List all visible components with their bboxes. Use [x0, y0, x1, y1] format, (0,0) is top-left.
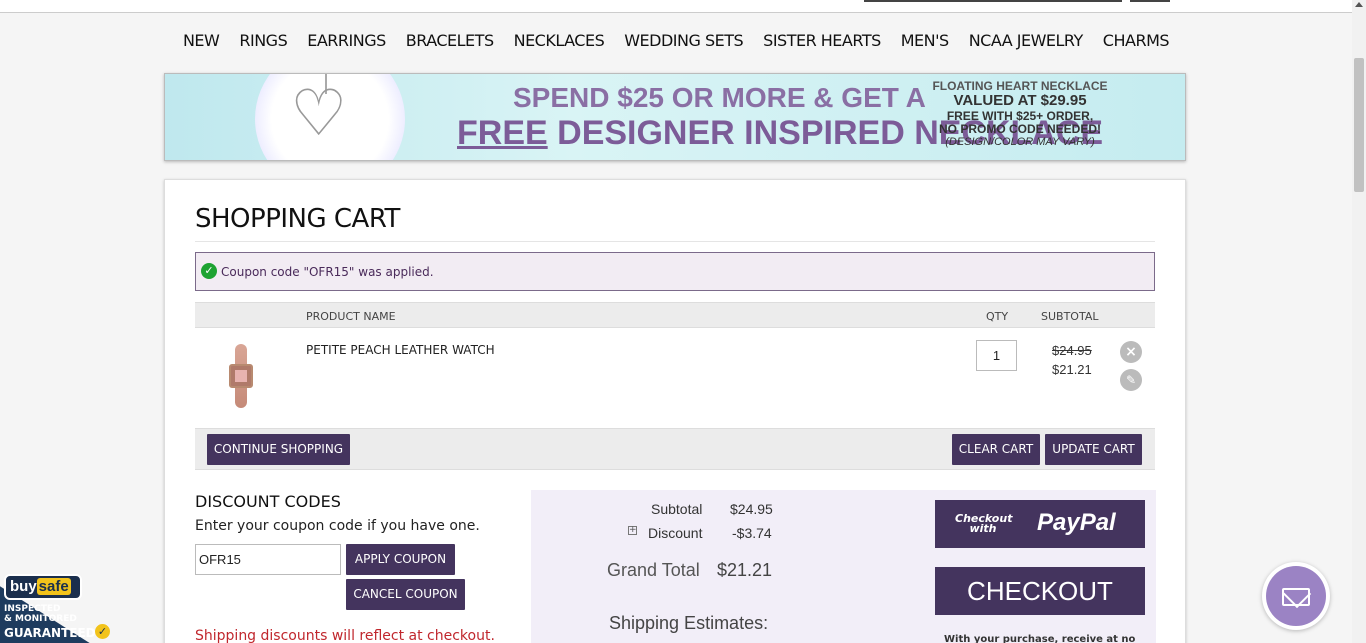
nav-item-earrings[interactable]: EARRINGS [307, 31, 386, 50]
paypal-checkout-with: Checkout with [955, 512, 1013, 535]
cancel-coupon-button[interactable]: CANCEL COUPON [346, 579, 465, 610]
coupon-success-message: ✓ Coupon code "OFR15" was applied. [195, 252, 1155, 291]
header-qty: QTY [986, 310, 1009, 323]
discount-codes-title: DISCOUNT CODES [195, 492, 341, 511]
main-nav: NEW RINGS EARRINGS BRACELETS NECKLACES WEDDIN… [0, 31, 1352, 50]
mail-icon [1282, 588, 1310, 606]
nav-item-new[interactable]: NEW [183, 31, 220, 50]
checkout-button[interactable]: CHECKOUT [935, 567, 1145, 615]
badge-inspected-text: INSPECTED & MONITORED [4, 604, 77, 624]
nav-item-wedding-sets[interactable]: WEDDING SETS [624, 31, 743, 50]
apply-coupon-button[interactable]: APPLY COUPON [346, 544, 455, 575]
mail-circle [1266, 566, 1326, 626]
remove-item-icon[interactable]: × [1120, 341, 1142, 363]
title-divider [195, 241, 1155, 242]
paypal-checkout-button[interactable]: Checkout with PayPal [935, 500, 1145, 548]
banner-detail-2: VALUED AT $29.95 [953, 92, 1087, 110]
banner-detail-3: FREE WITH $25+ ORDER, [946, 108, 1094, 123]
message-text: Coupon code "OFR15" was applied. [221, 265, 434, 279]
clear-cart-button[interactable]: CLEAR CART [952, 434, 1040, 465]
banner-detail-4: NO PROMO CODE NEEDED! [938, 121, 1101, 136]
buysafe-badge[interactable]: buy safe INSPECTED & MONITORED GUARANTEED … [0, 564, 116, 643]
buysafe-logo: buy safe [4, 574, 82, 600]
expand-discount-icon[interactable]: + [628, 526, 637, 535]
search-box[interactable] [864, 0, 1122, 2]
scroll-up-arrow-icon[interactable] [1355, 2, 1363, 7]
page-title: SHOPPING CART [195, 204, 400, 234]
grand-total-value: $21.21 [717, 560, 773, 580]
shipping-discount-note: Shipping discounts will reflect at check… [195, 628, 495, 643]
buysafe-logo-buy: buy [10, 578, 37, 595]
cart-panel: SHOPPING CART ✓ Coupon code "OFR15" was … [164, 179, 1186, 643]
nav-item-bracelets[interactable]: BRACELETS [406, 31, 494, 50]
discounted-price: $21.21 [1052, 362, 1092, 377]
nav-item-necklaces[interactable]: NECKLACES [514, 31, 605, 50]
badge-line2: & MONITORED [4, 614, 77, 624]
order-totals: Subtotal $24.95 + Discount -$3.74 Grand … [531, 490, 1156, 643]
paypal-logo: PayPal [1037, 509, 1116, 536]
quantity-input[interactable]: 1 [976, 340, 1017, 371]
cart-table-header: PRODUCT NAME QTY SUBTOTAL [195, 302, 1155, 328]
discount-value: -$3.74 [732, 525, 772, 541]
nav-item-rings[interactable]: RINGS [239, 31, 287, 50]
check-circle-icon: ✓ [201, 263, 217, 279]
banner-detail-5: (DESIGN/COLOR MAY VARY) [945, 136, 1095, 149]
badge-line1: INSPECTED [4, 604, 61, 614]
nav-item-mens[interactable]: MEN'S [901, 31, 949, 50]
header-product-name: PRODUCT NAME [306, 310, 396, 323]
product-name-link[interactable]: PETITE PEACH LEATHER WATCH [306, 343, 495, 357]
original-price: $24.95 [1052, 343, 1092, 358]
header-subtotal: SUBTOTAL [1041, 310, 1099, 323]
banner-details: FLOATING HEART NECKLACE VALUED AT $29.95… [925, 79, 1115, 149]
heart-necklace-icon: ♡ [290, 77, 348, 151]
cart-actions-bar: CONTINUE SHOPPING CLEAR CART UPDATE CART [195, 428, 1155, 470]
nav-item-sister-hearts[interactable]: SISTER HEARTS [763, 31, 881, 50]
edit-item-icon[interactable]: ✎ [1120, 369, 1142, 391]
purchase-note: With your purchase, receive at no cost: [944, 634, 1136, 643]
continue-shopping-button[interactable]: CONTINUE SHOPPING [207, 434, 350, 465]
nav-item-ncaa-jewelry[interactable]: NCAA JEWELRY [969, 31, 1084, 50]
nav-item-charms[interactable]: CHARMS [1103, 31, 1170, 50]
badge-guaranteed-text: GUARANTEED [4, 626, 96, 640]
page-scrollbar[interactable] [1352, 0, 1366, 643]
search-button[interactable] [1130, 0, 1170, 2]
watch-face [229, 364, 253, 388]
scroll-thumb[interactable] [1354, 58, 1364, 192]
buysafe-logo-safe: safe [36, 578, 71, 595]
shipping-estimates-heading: Shipping Estimates: [609, 613, 769, 633]
promo-banner[interactable]: ♡ SPEND $25 OR MORE & GET A FREE DESIGNE… [164, 73, 1186, 161]
banner-line1: SPEND $25 OR MORE & GET A [513, 82, 926, 113]
update-cart-button[interactable]: UPDATE CART [1045, 434, 1142, 465]
coupon-code-input[interactable]: OFR15 [195, 544, 341, 575]
subtotal-label: Subtotal [651, 501, 703, 517]
subtotal-value: $24.95 [730, 501, 773, 517]
top-header-strip [0, 0, 1352, 13]
table-row: PETITE PEACH LEATHER WATCH 1 $24.95 $21.… [195, 329, 1155, 427]
discount-codes-subtitle: Enter your coupon code if you have one. [195, 518, 480, 534]
contact-mail-button[interactable] [1262, 562, 1330, 630]
badge-check-icon: ✓ [95, 624, 110, 639]
discount-label: Discount [648, 525, 703, 541]
grand-total-label: Grand Total [607, 560, 700, 580]
banner-free-text: FREE [457, 114, 548, 152]
